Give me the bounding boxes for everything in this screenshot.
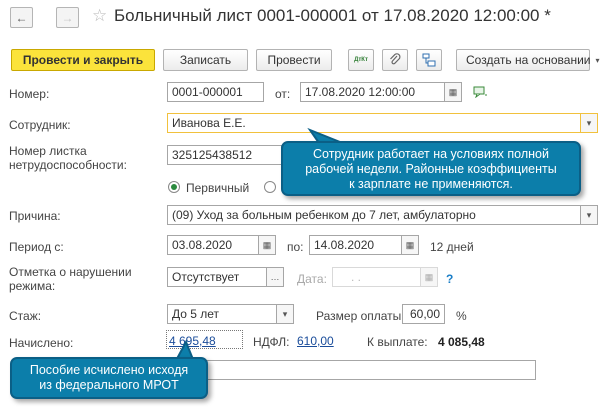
- sheet-number-field[interactable]: 325125438512: [167, 145, 282, 165]
- arrow-right-icon: →: [61, 10, 74, 25]
- attachment-button[interactable]: [382, 49, 408, 71]
- primary-radio-label: Первичный: [186, 181, 250, 195]
- to-pay-label: К выплате:: [367, 335, 428, 349]
- experience-field[interactable]: До 5 лет: [167, 304, 277, 324]
- ndfl-label: НДФЛ:: [253, 335, 290, 349]
- continuation-radio[interactable]: [264, 181, 276, 193]
- calendar-icon: ▦: [424, 271, 434, 282]
- callout-top: Сотрудник работает на условиях полной ра…: [281, 141, 581, 196]
- forward-button[interactable]: →: [56, 7, 79, 28]
- period-to-field[interactable]: 14.08.2020: [309, 235, 402, 255]
- chevron-down-icon: ▾: [586, 117, 592, 128]
- days-count: 12 дней: [430, 240, 474, 254]
- number-field[interactable]: 0001-000001: [167, 82, 264, 102]
- callout-bottom-line2: из федерального МРОТ: [39, 378, 179, 392]
- reason-field[interactable]: (09) Уход за больным ребенком до 7 лет, …: [167, 205, 581, 225]
- back-button[interactable]: ←: [10, 7, 33, 28]
- callout-top-line3: к зарплате не применяются.: [349, 177, 513, 191]
- comment-field[interactable]: [167, 360, 536, 380]
- employee-label: Сотрудник:: [9, 118, 71, 132]
- dt-kt-button[interactable]: ДтКт: [348, 49, 374, 71]
- post-and-close-button[interactable]: Провести и закрыть: [11, 49, 155, 71]
- paperclip-icon: [390, 53, 401, 65]
- date-field[interactable]: 17.08.2020 12:00:00: [300, 82, 445, 102]
- chevron-down-icon: ▾: [595, 55, 600, 65]
- sheet-number-label-line1: Номер листка: [9, 144, 87, 158]
- violation-select-button[interactable]: …: [266, 267, 284, 287]
- help-icon[interactable]: ?: [446, 272, 453, 286]
- payment-size-label: Размер оплаты:: [316, 309, 405, 323]
- primary-radio[interactable]: [168, 181, 180, 193]
- save-button[interactable]: Записать: [163, 49, 248, 71]
- period-to-calendar-button[interactable]: ▦: [401, 235, 419, 255]
- date-calendar-button[interactable]: ▦: [444, 82, 462, 102]
- violation-date-label: Дата:: [297, 272, 327, 286]
- structure-button[interactable]: [416, 49, 442, 71]
- period-to-label: по:: [287, 240, 304, 254]
- callout-top-line1: Сотрудник работает на условиях полной: [313, 147, 549, 161]
- period-from-field[interactable]: 03.08.2020: [167, 235, 259, 255]
- comment-icon[interactable]: [473, 86, 487, 101]
- callout-bottom: Пособие исчислено исходя из федерального…: [10, 357, 208, 399]
- create-based-on-label: Создать на основании: [466, 53, 591, 67]
- dt-kt-icon: ДтКт: [354, 57, 368, 63]
- percent-sign: %: [456, 309, 467, 323]
- reason-label: Причина:: [9, 209, 61, 223]
- violation-label-line2: режима:: [9, 279, 56, 293]
- chevron-down-icon: ▾: [282, 308, 288, 319]
- period-from-calendar-button[interactable]: ▦: [258, 235, 276, 255]
- period-from-label: Период с:: [9, 240, 64, 254]
- calendar-icon: ▦: [405, 239, 415, 250]
- violation-date-calendar-button[interactable]: ▦: [420, 267, 438, 287]
- employee-field[interactable]: Иванова Е.Е.: [167, 113, 581, 133]
- number-label: Номер:: [9, 87, 50, 101]
- callout-top-line2: рабочей недели. Районные коэффициенты: [305, 162, 557, 176]
- violation-date-field[interactable]: . .: [332, 267, 421, 287]
- star-icon[interactable]: ☆: [92, 6, 107, 26]
- sheet-number-label-line2: нетрудоспособности:: [9, 158, 127, 172]
- hierarchy-icon: [422, 53, 436, 67]
- post-button[interactable]: Провести: [256, 49, 332, 71]
- ndfl-link[interactable]: 610,00: [297, 334, 334, 348]
- chevron-down-icon: ▾: [586, 209, 592, 220]
- reason-dropdown-button[interactable]: ▾: [580, 205, 598, 225]
- create-based-on-button[interactable]: Создать на основании ▾: [456, 49, 600, 71]
- calendar-icon: ▦: [448, 86, 458, 97]
- date-label: от:: [275, 87, 291, 101]
- to-pay-value: 4 085,48: [438, 335, 485, 349]
- employee-dropdown-button[interactable]: ▾: [580, 113, 598, 133]
- callout-bottom-line1: Пособие исчислено исходя: [29, 363, 189, 377]
- experience-dropdown-button[interactable]: ▾: [276, 304, 294, 324]
- accrued-label: Начислено:: [9, 336, 74, 350]
- violation-label-line1: Отметка о нарушении: [9, 265, 132, 279]
- calendar-icon: ▦: [262, 239, 272, 250]
- page-title: Больничный лист 0001-000001 от 17.08.202…: [114, 6, 551, 25]
- experience-label: Стаж:: [9, 309, 42, 323]
- arrow-left-icon: ←: [15, 10, 28, 25]
- ellipsis-icon: …: [270, 272, 280, 282]
- violation-field[interactable]: Отсутствует: [167, 267, 267, 287]
- payment-size-field[interactable]: 60,00: [402, 304, 445, 324]
